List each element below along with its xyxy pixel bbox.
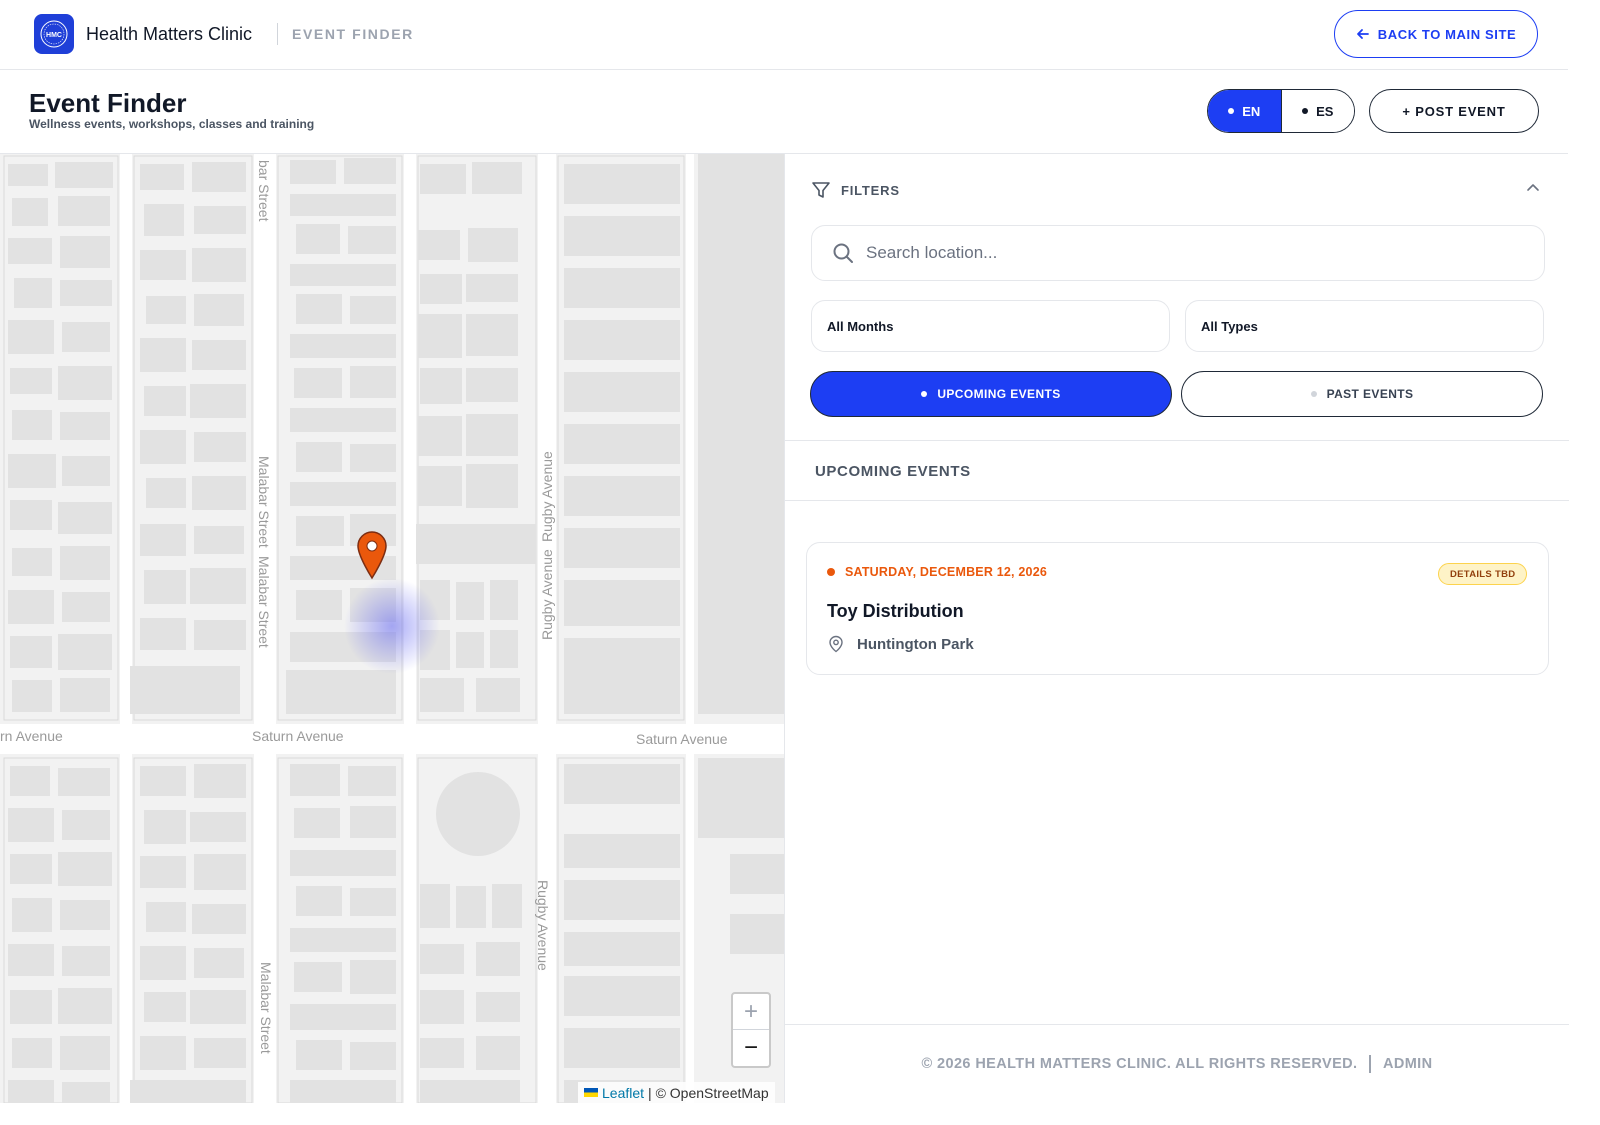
filter-icon [812, 182, 830, 198]
language-switcher: EN ES [1207, 89, 1355, 133]
upcoming-events-toggle[interactable]: UPCOMING EVENTS [810, 371, 1172, 417]
event-location: Huntington Park [827, 635, 974, 653]
admin-link[interactable]: ADMIN [1383, 1056, 1433, 1072]
street-label: Malabar Street [256, 456, 272, 548]
street-label: Saturn Avenue [636, 731, 728, 747]
map-tiles[interactable]: bar Street Malabar Street Malabar Street… [0, 154, 784, 1103]
leaflet-link[interactable]: Leaflet [602, 1085, 644, 1101]
inactive-dot-icon [1302, 108, 1309, 114]
copyright-text: © 2026 HEALTH MATTERS CLINIC. ALL RIGHTS… [921, 1056, 1358, 1072]
section-label: EVENT FINDER [292, 26, 414, 42]
event-location-text: Huntington Park [857, 635, 974, 653]
page-footer: © 2026 HEALTH MATTERS CLINIC. ALL RIGHTS… [785, 1024, 1569, 1103]
street-label: Saturn Avenue [252, 728, 344, 744]
divider [785, 500, 1569, 501]
search-icon [833, 243, 853, 263]
street-label: Rugby Avenue [535, 880, 551, 971]
page-header: Event Finder Wellness events, workshops,… [0, 70, 1568, 154]
street-label: bar Street [256, 160, 272, 222]
page-subtitle: Wellness events, workshops, classes and … [29, 117, 315, 131]
street-label: Rugby Avenue [539, 451, 555, 542]
filters-label: FILTERS [841, 182, 900, 198]
street-label: rn Avenue [0, 728, 63, 744]
language-es-label: ES [1316, 103, 1334, 119]
active-dot-icon [1228, 108, 1235, 114]
event-title: Toy Distribution [827, 601, 964, 621]
ukraine-flag-icon [584, 1088, 598, 1097]
type-select[interactable]: All Types [1185, 300, 1544, 352]
zoom-in-button[interactable]: + [733, 994, 769, 1030]
chevron-up-icon[interactable] [1525, 180, 1541, 196]
back-to-main-site-button[interactable]: BACK TO MAIN SITE [1334, 10, 1538, 58]
logo-text: HMC [46, 32, 62, 39]
event-date-text: SATURDAY, DECEMBER 12, 2026 [845, 565, 1047, 579]
past-events-toggle[interactable]: PAST EVENTS [1181, 371, 1543, 417]
filters-header[interactable]: FILTERS [811, 180, 900, 200]
language-en-button[interactable]: EN [1208, 90, 1281, 132]
inactive-dot-icon [1310, 391, 1317, 397]
active-dot-icon [921, 391, 928, 397]
map-attribution: Leaflet | © OpenStreetMap [578, 1082, 775, 1103]
divider [785, 440, 1569, 441]
footer-divider [1369, 1055, 1371, 1073]
zoom-control: + − [731, 992, 771, 1068]
language-es-button[interactable]: ES [1280, 90, 1354, 132]
arrow-left-icon [1356, 29, 1369, 39]
logo-seal-icon: HMC [40, 20, 68, 48]
brand-name[interactable]: Health Matters Clinic [86, 24, 252, 45]
language-en-label: EN [1242, 103, 1261, 119]
month-select[interactable]: All Months [811, 300, 1170, 352]
details-badge: DETAILS TBD [1438, 563, 1528, 585]
events-panel: FILTERS All Months All Types UPCOMING EV… [784, 154, 1569, 1103]
events-list-heading: UPCOMING EVENTS [815, 463, 971, 480]
osm-attribution: | © OpenStreetMap [648, 1084, 769, 1101]
past-toggle-label: PAST EVENTS [1326, 387, 1414, 401]
street-label: Rugby Avenue [539, 549, 555, 640]
search-location-input[interactable] [866, 243, 1506, 263]
street-label: Malabar Street [258, 962, 274, 1054]
clinic-logo[interactable]: HMC [34, 14, 74, 54]
search-box [811, 225, 1545, 281]
event-map[interactable]: bar Street Malabar Street Malabar Street… [0, 154, 784, 1103]
top-bar: HMC Health Matters Clinic EVENT FINDER B… [0, 0, 1568, 70]
zoom-out-button[interactable]: − [733, 1030, 769, 1066]
date-dot-icon [827, 568, 835, 576]
post-event-button[interactable]: + POST EVENT [1369, 89, 1539, 133]
event-card[interactable]: SATURDAY, DECEMBER 12, 2026 DETAILS TBD … [806, 542, 1549, 675]
event-date: SATURDAY, DECEMBER 12, 2026 [827, 565, 1047, 579]
location-pin-icon [829, 635, 843, 653]
street-label: Malabar Street [256, 556, 272, 648]
brand-divider [277, 23, 278, 45]
upcoming-toggle-label: UPCOMING EVENTS [937, 387, 1061, 401]
location-glow [344, 578, 440, 674]
back-label: BACK TO MAIN SITE [1377, 26, 1517, 42]
page-title: Event Finder [29, 88, 187, 118]
